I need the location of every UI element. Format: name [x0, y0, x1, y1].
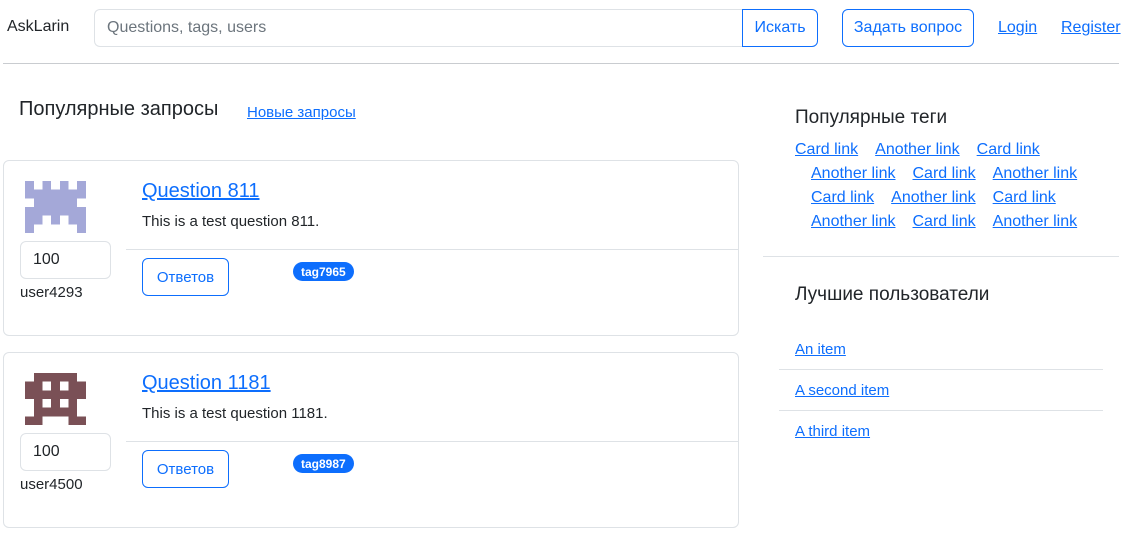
sidebar-divider	[763, 256, 1119, 257]
brand-logo[interactable]: AskLarin	[7, 18, 69, 36]
username: user4500	[20, 476, 83, 493]
tag-link[interactable]: Card link	[913, 213, 976, 230]
tag-badge[interactable]: tag7965	[293, 262, 354, 281]
tag-link[interactable]: Another link	[993, 213, 1078, 230]
list-item: An item	[779, 329, 1103, 370]
tag-row: Another link Card link Another link	[811, 210, 1094, 234]
tag-row: Card link Another link Card link	[811, 186, 1073, 210]
tag-link[interactable]: Card link	[993, 189, 1056, 206]
search-bar: Искать	[94, 9, 818, 47]
question-card: 100 user4293 Question 811 This is a test…	[3, 160, 739, 336]
rating-field[interactable]: 100	[20, 241, 111, 279]
question-card: 100 user4500 Question 1181 This is a tes…	[3, 352, 739, 528]
page-title: Популярные запросы	[19, 98, 219, 120]
new-questions-link[interactable]: Новые запросы	[247, 104, 356, 121]
question-text: This is a test question 1181.	[142, 405, 328, 422]
search-button[interactable]: Искать	[742, 9, 818, 47]
tag-link[interactable]: Another link	[875, 141, 960, 158]
tag-link[interactable]: Card link	[795, 141, 858, 158]
card-divider	[126, 249, 738, 250]
tag-row: Card link Another link Card link	[795, 138, 1057, 162]
answers-button[interactable]: Ответов	[142, 258, 229, 296]
question-text: This is a test question 811.	[142, 213, 320, 230]
answers-button[interactable]: Ответов	[142, 450, 229, 488]
tag-badge[interactable]: tag8987	[293, 454, 354, 473]
header-divider	[3, 63, 1119, 64]
card-divider	[126, 441, 738, 442]
search-input[interactable]	[94, 9, 742, 47]
best-users-list: An item A second item A third item	[779, 329, 1103, 452]
tag-row: Another link Card link Another link	[811, 162, 1094, 186]
tag-link[interactable]: Another link	[993, 165, 1078, 182]
popular-tags-title: Популярные теги	[795, 107, 948, 128]
login-link[interactable]: Login	[998, 19, 1037, 37]
username: user4293	[20, 284, 83, 301]
list-item: A second item	[779, 370, 1103, 411]
tag-link[interactable]: Card link	[977, 141, 1040, 158]
tag-link[interactable]: Another link	[811, 165, 896, 182]
avatar[interactable]	[24, 373, 87, 425]
tag-link[interactable]: Card link	[811, 189, 874, 206]
register-link[interactable]: Register	[1061, 19, 1121, 37]
user-link[interactable]: A second item	[795, 382, 889, 399]
best-users-title: Лучшие пользователи	[795, 284, 990, 305]
question-title-link[interactable]: Question 811	[142, 180, 260, 203]
tag-link[interactable]: Another link	[811, 213, 896, 230]
avatar[interactable]	[24, 181, 87, 233]
tag-link[interactable]: Card link	[913, 165, 976, 182]
rating-field[interactable]: 100	[20, 433, 111, 471]
user-link[interactable]: An item	[795, 341, 846, 358]
question-title-link[interactable]: Question 1181	[142, 372, 271, 395]
ask-question-button[interactable]: Задать вопрос	[842, 9, 974, 47]
list-item: A third item	[779, 411, 1103, 452]
tag-link[interactable]: Another link	[891, 189, 976, 206]
user-link[interactable]: A third item	[795, 423, 870, 440]
